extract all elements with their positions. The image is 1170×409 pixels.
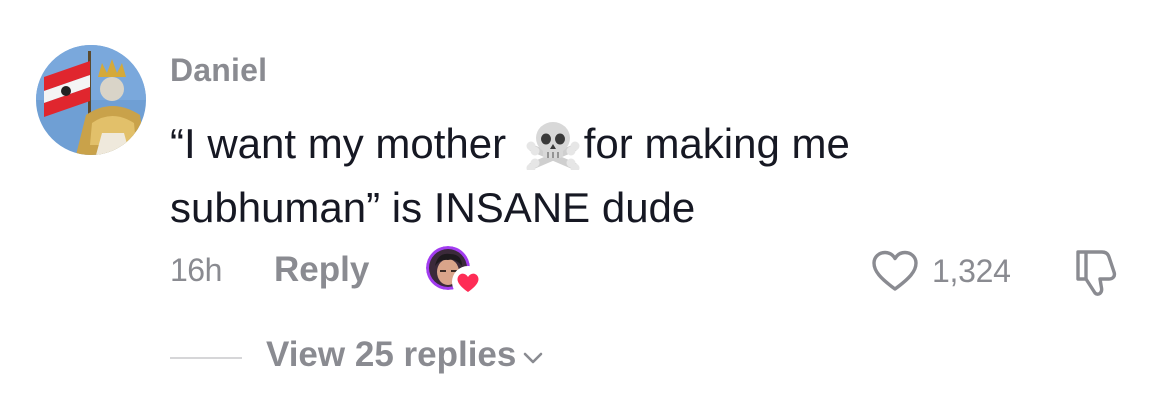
- comment-meta-row: 16h Reply 1,324: [170, 246, 1130, 298]
- comment-username[interactable]: Daniel: [170, 52, 267, 89]
- view-replies-button[interactable]: View 25 replies: [266, 335, 544, 375]
- view-replies-row: View 25 replies: [170, 335, 670, 381]
- heart-badge-icon: [452, 266, 484, 298]
- replies-divider: [170, 357, 242, 359]
- view-replies-label: View 25 replies: [266, 335, 517, 374]
- liked-by-creator-badge: [426, 246, 486, 298]
- reply-button[interactable]: Reply: [274, 250, 369, 290]
- skull-and-crossbones-icon: [526, 122, 580, 170]
- comment-item: Daniel “I want my mother for making me s…: [0, 0, 1170, 409]
- like-button[interactable]: 1,324: [870, 246, 1011, 296]
- like-count: 1,324: [932, 252, 1011, 289]
- heart-outline-icon: [872, 250, 918, 291]
- comment-timestamp: 16h: [170, 252, 222, 288]
- chevron-down-icon: [524, 352, 543, 364]
- comment-text-part-1: “I want my mother: [170, 120, 518, 167]
- comment-text: “I want my mother for making me subhuman…: [170, 112, 1070, 240]
- dislike-icon[interactable]: [1068, 248, 1124, 298]
- avatar-image: [36, 45, 146, 155]
- user-avatar[interactable]: [36, 45, 146, 155]
